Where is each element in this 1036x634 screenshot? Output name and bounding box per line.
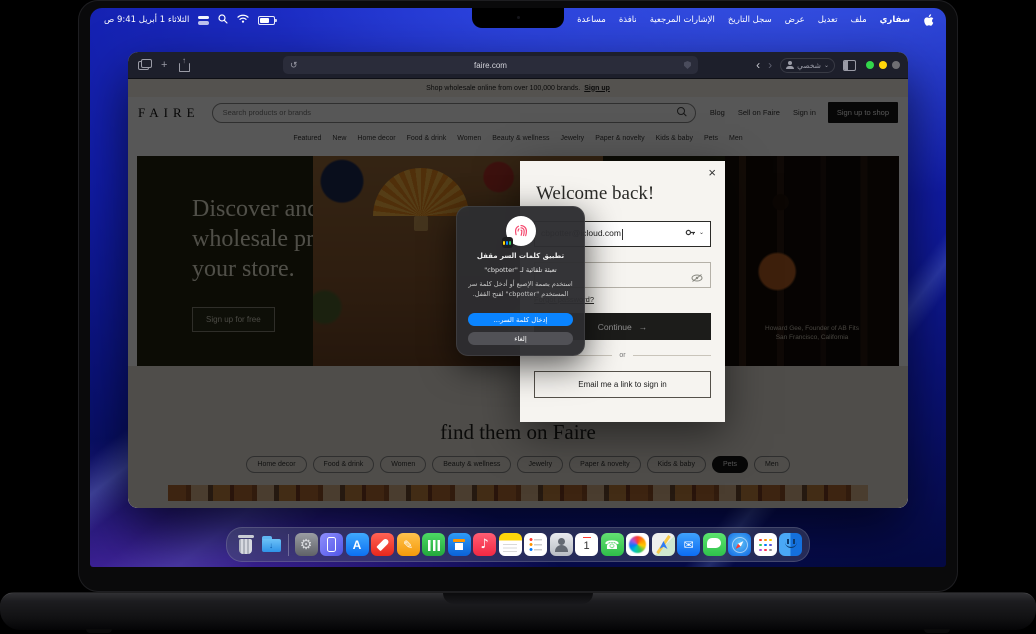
keynote-dock-icon[interactable] — [447, 533, 471, 556]
menubar-item-سجل-التاريخ[interactable]: سجل التاريخ — [728, 15, 772, 25]
tab-overview-icon[interactable] — [138, 58, 152, 70]
reminders-dock-icon[interactable] — [524, 533, 547, 556]
forward-button[interactable]: › — [768, 59, 772, 71]
macbook-marketing-shot: سفاري ملف تعديل عرض سجل التاريخ الإشارات المر… — [0, 0, 1036, 634]
safari-toolbar[interactable]: + ↺ faire.com ‹ › شخصي ⌄ — [128, 52, 908, 79]
wifi-icon[interactable] — [237, 14, 250, 26]
email-link-signin-button[interactable]: Email me a link to sign in — [534, 371, 711, 398]
chevron-down-icon: ⌄ — [698, 230, 704, 236]
menubar-item-عرض[interactable]: عرض — [785, 15, 805, 25]
toolbar-left-group: + — [138, 52, 191, 78]
calendar-day: 1 — [583, 540, 590, 552]
back-button[interactable]: ‹ — [756, 59, 760, 71]
numbers-dock-icon[interactable] — [422, 533, 445, 556]
safari-dock-icon[interactable] — [728, 533, 751, 556]
minimize-window-button[interactable] — [879, 61, 887, 69]
downloads-dock-icon[interactable] — [260, 533, 283, 556]
dock-separator — [288, 533, 289, 556]
camera-notch — [472, 8, 564, 28]
trash-dock-icon[interactable] — [234, 533, 257, 556]
dialog-body: استخدم بصمة الإصبع أو أدخل كلمة سر المست… — [468, 280, 573, 298]
desktop-wallpaper: سفاري ملف تعديل عرض سجل التاريخ الإشارات المر… — [90, 8, 946, 567]
menu-bar-status: الثلاثاء 1 أبريل 9:41 ص — [104, 8, 278, 32]
dock: 1 — [226, 527, 810, 562]
laptop-base — [0, 592, 1036, 633]
enter-password-button[interactable]: إدخال كلمة السر... — [468, 313, 573, 326]
toolbar-right-group: ‹ › شخصي ⌄ — [756, 52, 900, 78]
notes-dock-icon[interactable] — [498, 533, 522, 556]
games-dock-icon[interactable] — [371, 533, 394, 556]
finder-dock-icon[interactable] — [779, 533, 802, 556]
share-icon[interactable] — [179, 56, 191, 72]
autofill-key-icon[interactable]: ⌄ — [685, 228, 704, 237]
iphone-mirroring-dock-icon[interactable] — [320, 533, 343, 556]
safari-window: + ↺ faire.com ‹ › شخصي ⌄ — [128, 52, 908, 508]
new-tab-icon[interactable]: + — [161, 60, 167, 71]
zoom-window-button[interactable] — [866, 61, 874, 69]
control-center-icon[interactable] — [198, 15, 210, 25]
battery-icon[interactable] — [258, 15, 278, 25]
lid-lift-notch — [443, 593, 593, 604]
dialog-subtitle: تعبئة تلقائية لـ "cbpotter" — [484, 266, 557, 274]
menubar-item-ملف[interactable]: ملف — [850, 15, 866, 25]
chevron-down-icon: ⌄ — [823, 61, 829, 69]
close-window-button[interactable] — [892, 61, 900, 69]
modal-title: Welcome back! — [536, 183, 655, 204]
touch-id-dialog: تطبيق كلمات السر مقفل تعبئة تلقائية لـ "… — [456, 206, 585, 356]
app-store-dock-icon[interactable] — [345, 533, 369, 556]
text-caret — [621, 228, 623, 240]
menubar-item-مساعدة[interactable]: مساعدة — [577, 15, 606, 25]
dialog-title: تطبيق كلمات السر مقفل — [476, 252, 565, 260]
settings-dock-icon[interactable] — [294, 533, 318, 556]
apps-dock-icon[interactable] — [753, 533, 777, 556]
faire-page: Shop wholesale online from over 100,000 … — [128, 79, 908, 508]
touch-id-fingerprint-icon — [501, 216, 536, 248]
profile-switcher[interactable]: شخصي ⌄ — [780, 57, 835, 73]
camera-dot — [517, 16, 520, 19]
phone-dock-icon[interactable] — [600, 533, 624, 556]
close-icon[interactable]: × — [708, 166, 716, 179]
url-bar[interactable]: ↺ faire.com — [283, 56, 698, 74]
profile-label: شخصي — [797, 60, 821, 70]
reload-icon[interactable]: ↺ — [290, 60, 298, 71]
menu-bar-clock[interactable]: الثلاثاء 1 أبريل 9:41 ص — [104, 15, 189, 25]
maps-dock-icon[interactable] — [651, 533, 675, 556]
calendar-dock-icon[interactable]: 1 — [575, 533, 598, 556]
passwords-app-badge-icon — [501, 237, 513, 248]
menubar-item-نافذة[interactable]: نافذة — [619, 15, 637, 25]
arrow-right-icon: → — [638, 321, 648, 332]
messages-dock-icon[interactable] — [702, 533, 726, 556]
window-controls — [866, 61, 900, 69]
menu-items: سفاري ملف تعديل عرض سجل التاريخ الإشارات المر… — [577, 15, 910, 25]
apple-menu-icon[interactable] — [923, 13, 934, 27]
photos-dock-icon[interactable] — [626, 533, 649, 556]
menubar-item-سفاري[interactable]: سفاري — [880, 15, 910, 25]
spotlight-search-icon[interactable] — [218, 13, 228, 27]
menubar-item-الإشارات-المرجعية[interactable]: الإشارات المرجعية — [650, 15, 715, 25]
mail-dock-icon[interactable] — [677, 533, 700, 556]
pages-dock-icon[interactable] — [396, 533, 420, 556]
url-text: faire.com — [474, 60, 507, 70]
music-dock-icon[interactable] — [473, 533, 496, 556]
cancel-button[interactable]: إلغاء — [468, 332, 573, 345]
sidebar-toggle-icon[interactable] — [843, 59, 856, 71]
menubar-item-تعديل[interactable]: تعديل — [818, 15, 838, 25]
person-icon — [786, 61, 795, 69]
contacts-dock-icon[interactable] — [549, 533, 573, 556]
show-password-eye-icon[interactable] — [691, 270, 703, 288]
menu-bar-menus: سفاري ملف تعديل عرض سجل التاريخ الإشارات المر… — [577, 8, 934, 32]
